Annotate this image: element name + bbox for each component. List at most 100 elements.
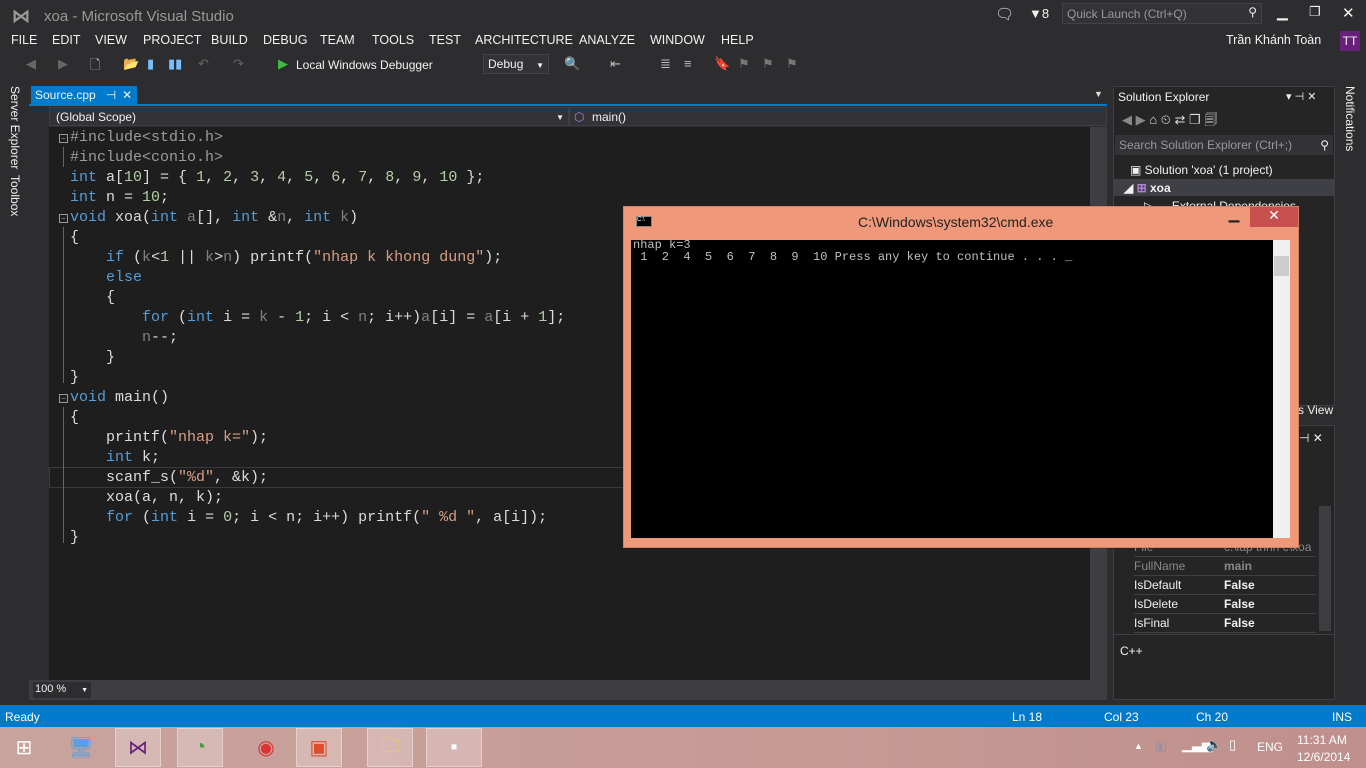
ime-icon[interactable]: 🗉 bbox=[1156, 737, 1166, 761]
scroll-thumb[interactable] bbox=[1274, 256, 1289, 276]
save-all-icon[interactable]: ▮▮ bbox=[168, 56, 182, 72]
scope-dropdown[interactable]: (Global Scope) ▼ bbox=[49, 107, 569, 126]
cmd-minimize-button[interactable]: ▁ bbox=[1222, 206, 1246, 226]
local-windows-debugger-button[interactable]: Local Windows Debugger bbox=[296, 58, 433, 72]
new-project-icon[interactable]: 🗋 bbox=[90, 56, 100, 78]
cmd-close-button[interactable]: ✕ bbox=[1250, 207, 1298, 227]
panel-pin-close-icon[interactable]: ⊣ ✕ bbox=[1299, 431, 1323, 445]
forward-icon[interactable]: ▶ bbox=[58, 56, 68, 72]
code-token: ; i < n; i++) printf( bbox=[232, 509, 422, 526]
foxit-reader-icon[interactable]: ▣ bbox=[296, 728, 342, 767]
file-explorer-icon[interactable]: 🗀 bbox=[367, 728, 413, 767]
close-button[interactable]: ✕ bbox=[1342, 4, 1355, 22]
back-icon[interactable]: ◀ bbox=[1122, 112, 1132, 127]
history-icon[interactable]: ⏲ bbox=[1161, 112, 1171, 127]
visual-studio-icon[interactable]: ⋈ bbox=[115, 728, 161, 767]
menu-edit[interactable]: EDIT bbox=[52, 33, 80, 47]
code-token: for bbox=[142, 309, 170, 326]
chrome-icon[interactable]: ◉ bbox=[243, 728, 289, 767]
menu-architecture[interactable]: ARCHITECTURE bbox=[475, 33, 573, 47]
toolbox-tab[interactable]: Toolbox bbox=[8, 175, 22, 216]
clock-time[interactable]: 11:31 AM bbox=[1297, 733, 1347, 747]
collapse-icon[interactable]: − bbox=[59, 394, 68, 403]
zoom-dropdown[interactable]: 100 % ▼ bbox=[33, 682, 91, 698]
battery-icon[interactable]: ▯ bbox=[1229, 737, 1236, 753]
menu-view[interactable]: VIEW bbox=[95, 33, 127, 47]
find-in-files-icon[interactable]: 🔍 bbox=[564, 56, 580, 72]
clear-bookmarks-icon[interactable]: ⚑ bbox=[786, 56, 798, 72]
forward-icon[interactable]: ▶ bbox=[1136, 112, 1146, 127]
property-row[interactable]: IsDelete False bbox=[1134, 595, 1316, 614]
undo-icon[interactable]: ↶ bbox=[198, 56, 209, 72]
redo-icon[interactable]: ↷ bbox=[233, 56, 244, 72]
tab-source-cpp[interactable]: Source.cpp ⊣ ✕ bbox=[31, 86, 137, 105]
collapse-icon[interactable]: − bbox=[59, 134, 68, 143]
coccoc-icon[interactable]: ◔ bbox=[177, 728, 223, 767]
collapse-icon[interactable]: − bbox=[59, 214, 68, 223]
bookmark-icon[interactable]: 🔖 bbox=[714, 56, 730, 72]
code-line: else bbox=[70, 268, 142, 288]
horizontal-scrollbar[interactable] bbox=[29, 680, 1107, 700]
back-icon[interactable]: ◀ bbox=[26, 56, 36, 72]
save-icon[interactable]: ▮ bbox=[147, 56, 154, 72]
property-row[interactable]: IsFinal False bbox=[1134, 614, 1316, 633]
property-description: C++ bbox=[1120, 644, 1143, 658]
property-row[interactable]: FullName main bbox=[1134, 557, 1316, 576]
menu-test[interactable]: TEST bbox=[429, 33, 461, 47]
show-all-files-icon[interactable]: 🗐 bbox=[1204, 112, 1217, 127]
menu-build[interactable]: BUILD bbox=[211, 33, 248, 47]
server-explorer-tab[interactable]: Server Explorer bbox=[8, 86, 22, 169]
pin-icon[interactable]: ⊣ bbox=[106, 88, 116, 102]
comment-icon[interactable]: ≣ bbox=[660, 56, 671, 72]
tab-list-dropdown-icon[interactable]: ▼ bbox=[1094, 89, 1103, 99]
collapse-all-icon[interactable]: ❐ bbox=[1189, 112, 1201, 127]
code-line: { bbox=[70, 228, 79, 248]
next-bookmark-icon[interactable]: ⚑ bbox=[762, 56, 774, 72]
console-output[interactable] bbox=[631, 240, 1274, 538]
show-hidden-icons[interactable]: ▲ bbox=[1134, 741, 1143, 751]
menu-window[interactable]: WINDOW bbox=[650, 33, 705, 47]
member-dropdown[interactable]: ⬡ main() bbox=[569, 107, 1107, 126]
start-debugging-icon[interactable]: ▶ bbox=[278, 56, 288, 72]
menu-tools[interactable]: TOOLS bbox=[372, 33, 414, 47]
properties-scrollbar[interactable] bbox=[1319, 506, 1331, 631]
menu-project[interactable]: PROJECT bbox=[143, 33, 201, 47]
user-name[interactable]: Trần Khánh Toàn bbox=[1226, 33, 1321, 47]
notifications-tab[interactable]: Notifications bbox=[1343, 86, 1357, 151]
restore-button[interactable]: ❐ bbox=[1309, 4, 1321, 20]
panel-options-icon[interactable]: ▾ ⊣ ✕ bbox=[1286, 90, 1316, 103]
uncomment-icon[interactable]: ≡ bbox=[684, 56, 692, 71]
configuration-dropdown[interactable]: Debug ▼ bbox=[483, 54, 549, 74]
computer-icon[interactable]: 🖥 bbox=[58, 728, 104, 767]
menu-debug[interactable]: DEBUG bbox=[263, 33, 307, 47]
tree-item-project[interactable]: ◢ ⊞ xoa bbox=[1114, 179, 1334, 196]
cmd-taskbar-icon[interactable]: ▪ bbox=[426, 728, 482, 767]
close-tab-icon[interactable]: ✕ bbox=[122, 88, 132, 102]
volume-icon[interactable]: 🔈 bbox=[1206, 737, 1222, 753]
property-row[interactable]: IsDefault False bbox=[1134, 576, 1316, 595]
menu-analyze[interactable]: ANALYZE bbox=[579, 33, 635, 47]
tree-item-solution[interactable]: ▣ Solution 'xoa' (1 project) bbox=[1130, 163, 1273, 177]
open-file-icon[interactable]: 📂 bbox=[123, 56, 139, 72]
home-icon[interactable]: ⌂ bbox=[1149, 112, 1157, 127]
menu-help[interactable]: HELP bbox=[721, 33, 754, 47]
console-scrollbar[interactable] bbox=[1273, 240, 1290, 538]
minimize-button[interactable]: ▁ bbox=[1277, 4, 1288, 21]
menu-file[interactable]: FILE bbox=[11, 33, 37, 47]
code-line: scanf_s("%d", &k); bbox=[70, 468, 268, 488]
sync-icon[interactable]: ⇄ bbox=[1175, 112, 1186, 127]
prev-bookmark-icon[interactable]: ⚑ bbox=[738, 56, 750, 72]
step-icon[interactable]: ⇤ bbox=[610, 56, 621, 72]
code-token: i = bbox=[214, 309, 260, 326]
start-button[interactable]: ⊞ bbox=[1, 728, 47, 767]
cmd-icon: C:\ bbox=[636, 216, 652, 227]
solution-search-input[interactable]: Search Solution Explorer (Ctrl+;) ⚲ bbox=[1115, 135, 1333, 155]
clock-date[interactable]: 12/6/2014 bbox=[1297, 750, 1350, 764]
feedback-icon[interactable]: 🗨 bbox=[995, 5, 1014, 23]
editor-margin bbox=[29, 127, 49, 680]
notifications-flag[interactable]: ▼8 bbox=[1029, 6, 1049, 21]
language-indicator[interactable]: ENG bbox=[1257, 740, 1283, 754]
user-avatar[interactable]: TT bbox=[1340, 31, 1360, 51]
quick-launch-input[interactable]: Quick Launch (Ctrl+Q) ⚲ bbox=[1062, 3, 1262, 24]
menu-team[interactable]: TEAM bbox=[320, 33, 355, 47]
